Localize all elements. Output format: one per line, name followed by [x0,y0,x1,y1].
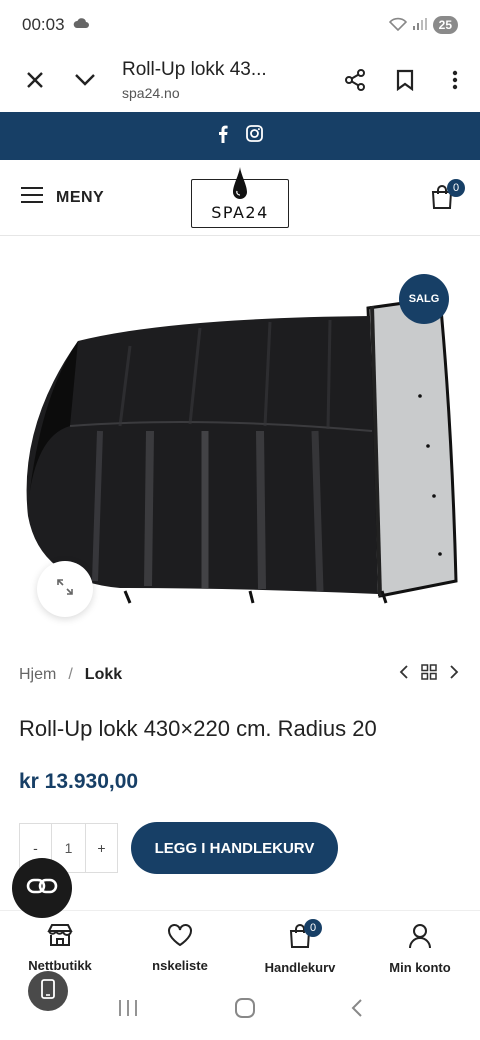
water-drop-icon [232,167,248,206]
nav-label: Nettbutikk [28,958,92,973]
menu-label: MENY [56,188,105,206]
add-to-cart-button[interactable]: LEGG I HANDLEKURV [131,822,338,874]
chevron-down-icon[interactable] [60,55,110,105]
recent-apps-icon[interactable] [117,999,139,1022]
nav-label: Min konto [389,960,451,975]
menu-button[interactable]: MENY [20,186,104,209]
header-cart-button[interactable]: 0 [430,179,465,215]
status-time: 00:03 [22,15,65,34]
cart-count-badge: 0 [447,179,465,197]
hamburger-icon [20,186,44,209]
facebook-icon[interactable] [218,125,228,148]
cloud-icon [73,16,89,34]
user-icon [408,923,432,954]
nav-item-cart[interactable]: 0 Handlekurv [240,911,360,980]
product-title: Roll-Up lokk 430×220 cm. Radius 20 [19,716,377,741]
nav-item-account[interactable]: Min konto [360,911,480,980]
instagram-icon[interactable] [245,125,263,147]
site-header: MENY SPA24 0 [0,160,480,236]
system-navigation [0,980,480,1040]
previous-product-icon[interactable] [399,664,409,685]
compare-fab-button[interactable] [12,858,72,918]
nav-label: nskeliste [152,958,208,973]
home-icon[interactable] [234,997,256,1024]
product-price: kr 13.930,00 [19,770,139,793]
sale-badge: SALG [399,274,449,324]
breadcrumb-separator: / [68,665,73,683]
next-product-icon[interactable] [449,664,459,685]
social-bar [0,112,480,160]
nav-item-wishlist[interactable]: nskeliste [120,911,240,980]
breadcrumb-current[interactable]: Lokk [85,666,122,684]
back-icon[interactable] [351,998,363,1023]
breadcrumb-home[interactable]: Hjem [19,666,56,684]
signal-icon [412,17,427,33]
browser-toolbar: Roll-Up lokk 43... spa24.no [0,50,480,110]
link-icon [26,877,58,900]
nav-item-nettbutikk[interactable]: Nettbutikk [0,911,120,980]
browser-title: Roll-Up lokk 43... [122,59,267,80]
share-icon[interactable] [330,55,380,105]
zoom-image-button[interactable] [37,561,93,617]
nav-cart-badge: 0 [304,919,322,937]
breadcrumb: Hjem / Lokk [19,664,459,685]
browser-url: spa24.no [122,85,180,101]
wifi-icon [388,17,407,34]
nav-label: Handlekurv [264,960,336,975]
battery-indicator: 25 [432,16,458,34]
expand-icon [56,578,74,601]
store-icon [47,923,73,952]
heart-icon [167,923,193,952]
bookmark-icon[interactable] [380,55,430,105]
grid-icon[interactable] [421,664,437,685]
more-options-icon[interactable] [430,55,480,105]
site-logo[interactable]: SPA24 [191,167,289,228]
status-bar: 00:03 25 [0,0,480,50]
bottom-navigation: Nettbutikk nskeliste 0 Handlekurv Min ko… [0,910,480,980]
close-icon[interactable] [10,55,60,105]
shopping-bag-icon [430,185,454,214]
quantity-plus-button[interactable]: + [86,824,117,872]
page-title-area[interactable]: Roll-Up lokk 43... spa24.no [122,59,330,101]
